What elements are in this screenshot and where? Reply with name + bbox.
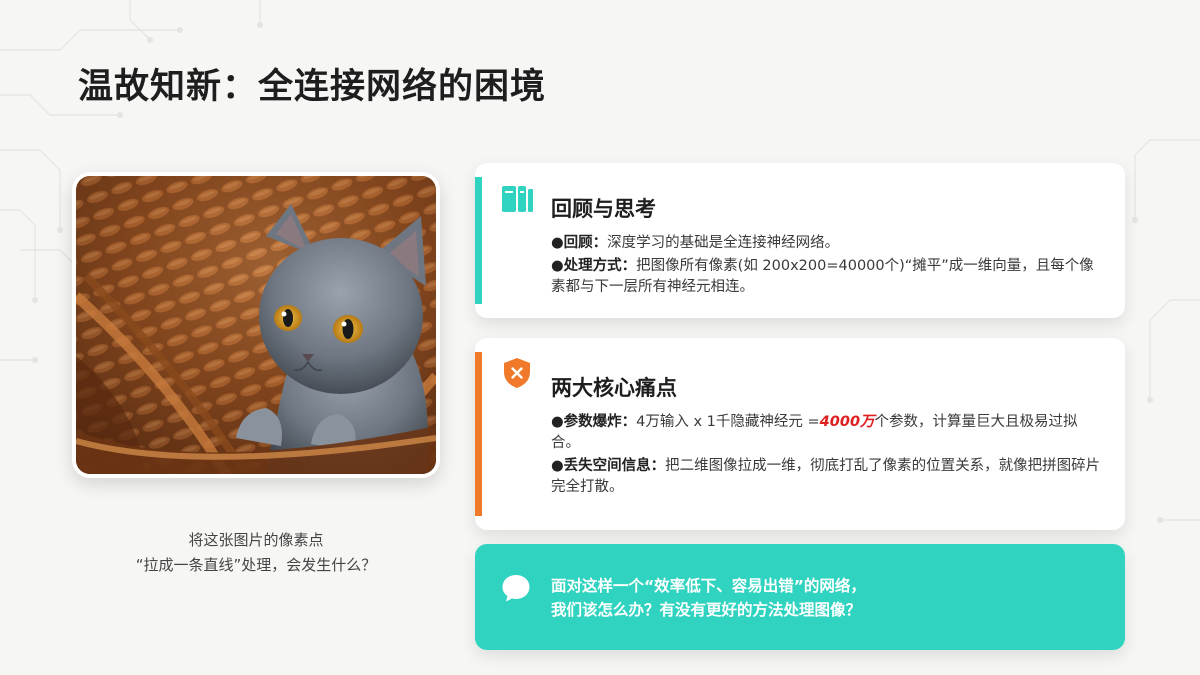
pain-heading: 两大核心痛点 bbox=[551, 375, 677, 400]
review-point-1-text: 深度学习的基础是全连接神经网络。 bbox=[607, 235, 840, 251]
review-body: ●回顾：深度学习的基础是全连接神经网络。 ●处理方式：把图像所有像素(如 200… bbox=[551, 233, 1101, 300]
shield-x-icon bbox=[504, 358, 530, 388]
pain-body: ●参数爆炸：4万输入 x 1千隐藏神经元 =4000万个参数，计算量巨大且极易过… bbox=[551, 412, 1101, 500]
pain-point-1: ●参数爆炸：4万输入 x 1千隐藏神经元 =4000万个参数，计算量巨大且极易过… bbox=[551, 412, 1101, 454]
question-line-1: 面对这样一个“效率低下、容易出错”的网络， bbox=[551, 577, 866, 595]
review-point-2: ●处理方式：把图像所有像素(如 200x200=40000个)“摊平”成一维向量… bbox=[551, 256, 1101, 298]
question-card: 面对这样一个“效率低下、容易出错”的网络， 我们该怎么办？有没有更好的方法处理图… bbox=[475, 544, 1125, 650]
photo-frame bbox=[72, 172, 440, 478]
pain-accent-bar bbox=[475, 352, 482, 516]
caption-line-1: 将这张图片的像素点 bbox=[188, 531, 324, 549]
question-line-2: 我们该怎么办？有没有更好的方法处理图像？ bbox=[551, 601, 862, 619]
pain-points-card: 两大核心痛点 ●参数爆炸：4万输入 x 1千隐藏神经元 =4000万个参数，计算… bbox=[475, 338, 1125, 530]
caption-line-2: “拉成一条直线”处理，会发生什么？ bbox=[135, 556, 377, 574]
review-card: 回顾与思考 ●回顾：深度学习的基础是全连接神经网络。 ●处理方式：把图像所有像素… bbox=[475, 163, 1125, 318]
kitten-in-basket-photo bbox=[76, 176, 436, 474]
book-icon bbox=[502, 186, 533, 212]
pain-point-1-label: ●参数爆炸： bbox=[551, 414, 637, 430]
image-caption: 将这张图片的像素点 “拉成一条直线”处理，会发生什么？ bbox=[72, 528, 440, 578]
review-heading: 回顾与思考 bbox=[551, 196, 656, 221]
page-title: 温故知新：全连接网络的困境 bbox=[78, 66, 547, 107]
pain-point-2-label: ●丢失空间信息： bbox=[551, 458, 666, 474]
chat-bubble-icon bbox=[502, 575, 530, 602]
review-point-2-label: ●处理方式： bbox=[551, 258, 637, 274]
pain-point-1-highlight: 4000万 bbox=[819, 414, 875, 430]
pain-point-2: ●丢失空间信息：把二维图像拉成一维，彻底打乱了像素的位置关系，就像把拼图碎片完全… bbox=[551, 456, 1101, 498]
question-text: 面对这样一个“效率低下、容易出错”的网络， 我们该怎么办？有没有更好的方法处理图… bbox=[551, 574, 1105, 622]
review-point-1: ●回顾：深度学习的基础是全连接神经网络。 bbox=[551, 233, 1101, 254]
pain-point-1-pre: 4万输入 x 1千隐藏神经元 = bbox=[636, 414, 820, 430]
review-point-1-label: ●回顾： bbox=[551, 235, 608, 251]
review-accent-bar bbox=[475, 177, 482, 304]
